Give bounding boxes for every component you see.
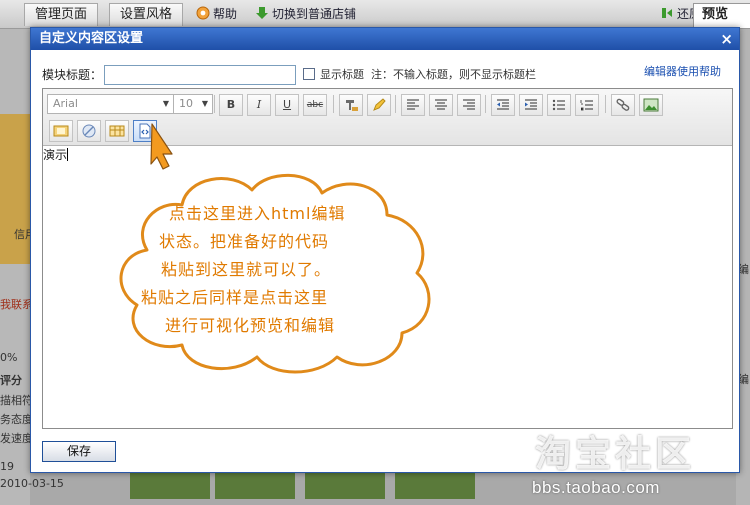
- highlight-button[interactable]: [367, 94, 391, 116]
- align-right-icon: [463, 99, 475, 110]
- text-color-button[interactable]: [339, 94, 363, 116]
- callout-text: 点击这里进入html编辑 状态。把准备好的代码 粘贴到这里就可以了。 粘贴之后同…: [141, 200, 400, 340]
- help-icon: [196, 6, 210, 20]
- background-top-bar: 管理页面 设置风格 帮助 切换到普通店铺 还原 预览: [0, 0, 750, 29]
- indent-button[interactable]: [519, 94, 543, 116]
- save-button[interactable]: 保存: [42, 441, 116, 462]
- insert-flash-button[interactable]: [49, 120, 73, 142]
- outdent-icon: [497, 99, 509, 110]
- preview-tab[interactable]: 预览: [693, 3, 750, 29]
- highlighter-icon: [373, 98, 386, 111]
- close-icon[interactable]: ×: [720, 28, 733, 50]
- editor-help-link[interactable]: 编辑器使用帮助: [644, 62, 721, 82]
- toolbar-separator: [214, 95, 215, 113]
- dialog-title-bar: 自定义内容区设置 ×: [31, 28, 739, 50]
- align-left-button[interactable]: [401, 94, 425, 116]
- background-score-label: 评分: [0, 374, 22, 387]
- callout-line-2: 状态。把准备好的代码: [159, 232, 330, 251]
- toolbar-separator: [485, 95, 486, 113]
- text-color-icon: [346, 100, 358, 111]
- insert-link-button[interactable]: [611, 94, 635, 116]
- numbered-list-button[interactable]: [575, 94, 599, 116]
- background-count-text: 19: [0, 460, 14, 473]
- align-center-icon: [435, 99, 447, 110]
- align-left-icon: [407, 99, 419, 110]
- bullet-list-icon: [552, 99, 565, 111]
- module-title-label: 模块标题：: [42, 68, 103, 82]
- callout-line-1: 点击这里进入html编辑: [169, 204, 346, 223]
- strikethrough-button[interactable]: abc: [303, 94, 327, 116]
- cursor-arrow-icon: [150, 123, 173, 170]
- insert-table-button[interactable]: [105, 120, 129, 142]
- module-title-input[interactable]: [104, 65, 296, 85]
- toolbar-separator: [605, 95, 606, 113]
- font-size-select[interactable]: 10 ▼: [173, 94, 213, 114]
- tab-style-settings[interactable]: 设置风格: [109, 3, 184, 26]
- undo-icon: [660, 6, 674, 20]
- dialog-title: 自定义内容区设置: [39, 31, 144, 46]
- numbered-list-icon: [580, 100, 593, 111]
- toolbar-separator: [333, 95, 334, 113]
- show-title-checkbox[interactable]: [303, 68, 315, 80]
- background-rate-text: 0%: [0, 351, 18, 364]
- outdent-button[interactable]: [491, 94, 515, 116]
- text-caret: [67, 148, 69, 161]
- image-icon: [643, 98, 659, 112]
- media-icon: [53, 125, 69, 137]
- clear-format-button[interactable]: [77, 120, 101, 142]
- clear-format-icon: [82, 124, 96, 138]
- chevron-down-icon: ▼: [201, 99, 208, 108]
- editor-content-text: 演示: [43, 148, 68, 162]
- font-family-select[interactable]: Arial ▼: [47, 94, 174, 114]
- callout-line-4: 粘贴之后同样是点击这里: [141, 288, 329, 307]
- link-icon: [616, 98, 630, 111]
- switch-shop-link[interactable]: 切换到普通店铺: [255, 6, 356, 22]
- indent-icon: [525, 99, 537, 110]
- arrow-down-icon: [255, 6, 269, 20]
- callout-line-5: 进行可视化预览和编辑: [165, 316, 336, 335]
- bold-button[interactable]: B: [219, 94, 243, 116]
- tab-manage-page[interactable]: 管理页面: [24, 3, 99, 26]
- chevron-down-icon: ▼: [162, 99, 169, 108]
- show-title-note: 注：不输入标题，则不显示标题栏: [371, 68, 536, 81]
- watermark-url: bbs.taobao.com: [532, 478, 660, 497]
- background-date-text: 2010-03-15: [0, 477, 64, 490]
- toolbar-separator: [395, 95, 396, 113]
- underline-button[interactable]: U: [275, 94, 299, 116]
- bullet-list-button[interactable]: [547, 94, 571, 116]
- background-contact-text: 我联系: [0, 298, 33, 311]
- insert-image-button[interactable]: [639, 94, 663, 116]
- callout-line-3: 粘贴到这里就可以了。: [161, 260, 332, 279]
- table-icon: [109, 125, 125, 137]
- editor-toolbar: Arial ▼ 10 ▼ B I U abc: [43, 89, 732, 146]
- taobao-community-logo: 淘宝社区: [535, 433, 696, 475]
- show-title-label: 显示标题 注：不输入标题，则不显示标题栏: [320, 68, 536, 81]
- align-center-button[interactable]: [429, 94, 453, 116]
- help-link[interactable]: 帮助: [196, 6, 237, 22]
- align-right-button[interactable]: [457, 94, 481, 116]
- italic-button[interactable]: I: [247, 94, 271, 116]
